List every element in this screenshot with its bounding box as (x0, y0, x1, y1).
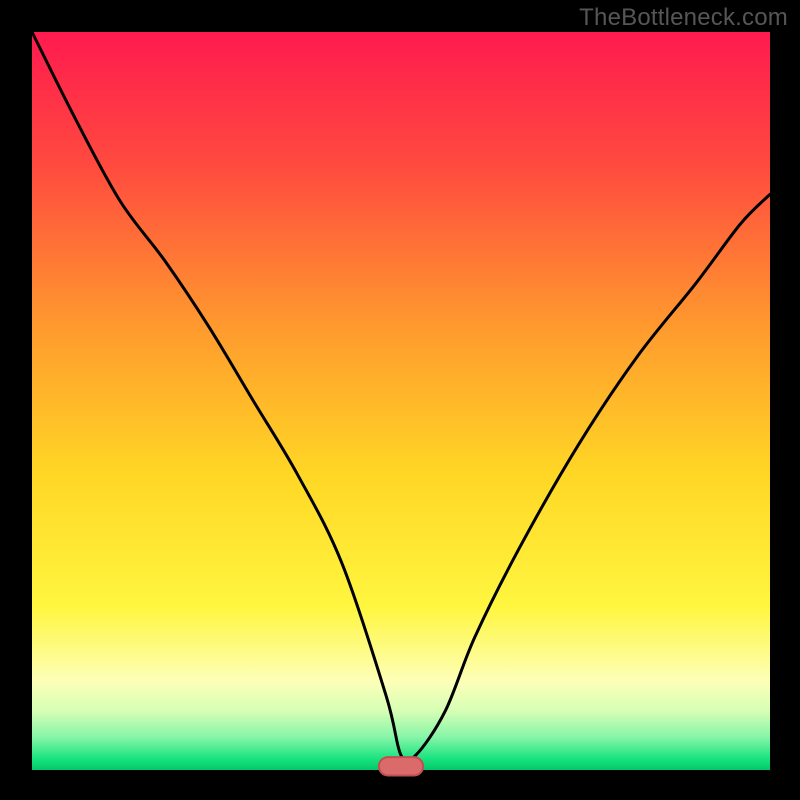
plot-background (32, 32, 770, 770)
chart-frame: { "watermark": "TheBottleneck.com", "cha… (0, 0, 800, 800)
optimal-marker (379, 757, 423, 775)
bottleneck-chart (0, 0, 800, 800)
watermark-text: TheBottleneck.com (579, 4, 788, 32)
